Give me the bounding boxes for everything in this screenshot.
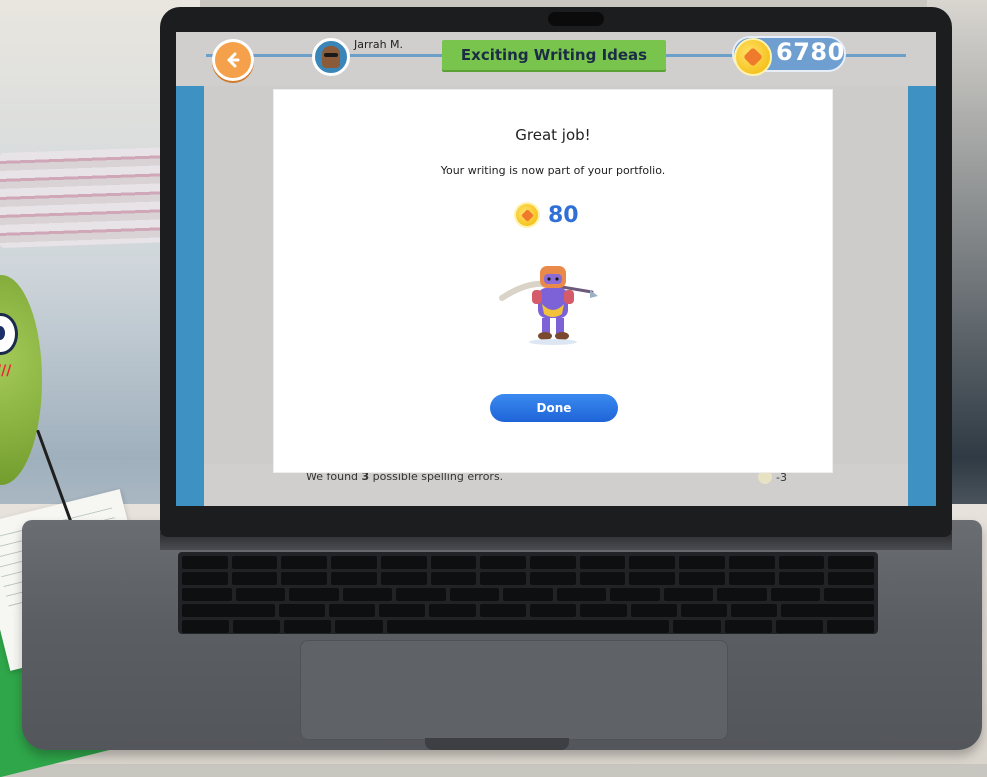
laptop-screen: Jarrah M. Exciting Writing Ideas 6780 We… <box>176 32 936 506</box>
character-illustration <box>499 266 598 345</box>
back-arrow-icon <box>227 52 240 68</box>
back-button[interactable] <box>212 39 254 81</box>
keyboard <box>178 552 878 634</box>
laptop-front-notch <box>425 738 569 750</box>
reward: 80 <box>514 202 579 228</box>
activity-title-banner: Exciting Writing Ideas <box>442 40 666 70</box>
coin-icon <box>734 38 772 76</box>
mascot-eye <box>0 313 18 355</box>
side-band-left <box>176 86 204 506</box>
modal-title: Great job! <box>515 126 591 144</box>
success-modal: Great job! Your writing is now part of y… <box>274 90 832 472</box>
side-band-right <box>908 86 936 506</box>
penalty-value: -3 <box>776 471 787 484</box>
trackpad <box>300 640 728 740</box>
penalty-coin-icon <box>758 470 772 484</box>
coin-total: 6780 <box>776 38 845 66</box>
mascot-blush: /// <box>0 363 12 379</box>
modal-subtitle: Your writing is now part of your portfol… <box>440 164 666 177</box>
done-button[interactable]: Done <box>490 394 618 422</box>
user-avatar[interactable] <box>312 38 350 76</box>
reward-value: 80 <box>548 202 579 228</box>
coin-icon <box>514 202 540 228</box>
user-avatar-icon <box>322 46 340 68</box>
user-name: Jarrah M. <box>354 38 404 51</box>
webcam-notch <box>548 12 604 26</box>
stacked-books <box>0 147 170 248</box>
